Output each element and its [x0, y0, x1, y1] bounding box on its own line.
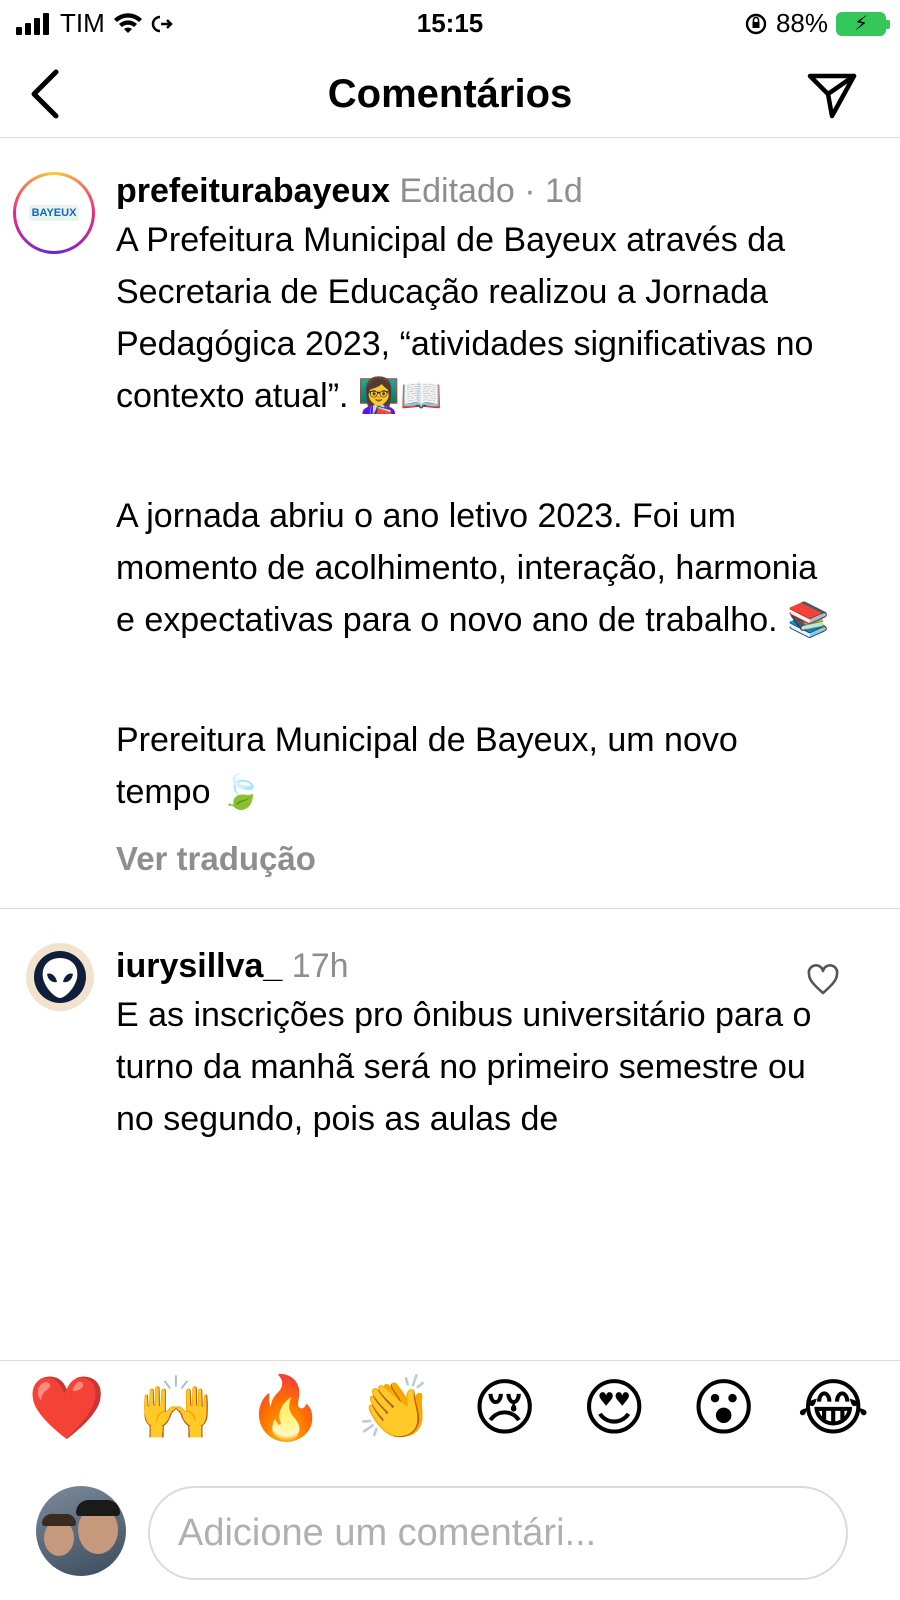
comment-text: E as inscrições pro ônibus universitário… [116, 996, 821, 1138]
header: Comentários [0, 50, 900, 138]
alien-icon [34, 951, 86, 1003]
emoji-bar: ❤️ 🙌 🔥 👏 😢 😍 😮 😂 [0, 1360, 900, 1456]
comment-item: iurysillva_ 17h E as inscrições pro ônib… [0, 909, 900, 1145]
caption-paragraph-1: A Prefeitura Municipal de Bayeux através… [116, 221, 823, 415]
comment-composer [0, 1456, 900, 1600]
heart-outline-icon [807, 964, 839, 995]
brand-logo: BAYEUX [20, 179, 88, 247]
caption-username[interactable]: prefeiturabayeux [116, 172, 390, 210]
caption-paragraph-3: Prereitura Municipal de Bayeux, um novo … [116, 721, 748, 811]
orientation-lock-icon [745, 13, 767, 34]
emoji-cry-button[interactable]: 😢 [455, 1374, 555, 1444]
status-right: 88% ⚡ [744, 8, 890, 39]
avatar[interactable] [36, 1486, 126, 1576]
battery-percent: 88% [775, 8, 828, 38]
caption-paragraph-2: A jornada abriu o ano letivo 2023. Foi u… [116, 497, 830, 639]
emoji-heart-button[interactable]: ❤️ [17, 1374, 117, 1444]
battery-icon: ⚡ [836, 11, 890, 36]
share-button[interactable] [804, 66, 860, 122]
emoji-laugh-button[interactable]: 😂 [783, 1374, 883, 1444]
emoji-raised-hands-button[interactable]: 🙌 [126, 1374, 226, 1444]
comment-input[interactable] [148, 1486, 848, 1580]
comment-time: 17h [291, 947, 349, 985]
caption-header: prefeiturabayeux Editado · 1d [116, 168, 840, 214]
see-translation-link[interactable]: Ver tradução [116, 840, 840, 878]
like-button[interactable] [806, 963, 840, 997]
avatar[interactable] [26, 943, 94, 1011]
caption-meta: Editado · 1d [399, 172, 583, 210]
emoji-surprised-button[interactable]: 😮 [674, 1374, 774, 1444]
avatar[interactable]: BAYEUX [13, 172, 95, 254]
status-bar: TIM 15:15 88% ⚡ [0, 0, 900, 46]
post-caption: BAYEUX prefeiturabayeux Editado · 1d A P… [0, 140, 900, 909]
emoji-clap-button[interactable]: 👏 [345, 1374, 445, 1444]
page-title: Comentários [327, 72, 573, 116]
comment-header: iurysillva_ 17h [116, 943, 840, 989]
paper-plane-icon [807, 73, 857, 119]
comment-username[interactable]: iurysillva_ [116, 947, 282, 985]
emoji-fire-button[interactable]: 🔥 [236, 1374, 336, 1444]
emoji-heart-eyes-button[interactable]: 😍 [564, 1374, 664, 1444]
comments-list[interactable]: BAYEUX prefeiturabayeux Editado · 1d A P… [0, 140, 900, 1360]
